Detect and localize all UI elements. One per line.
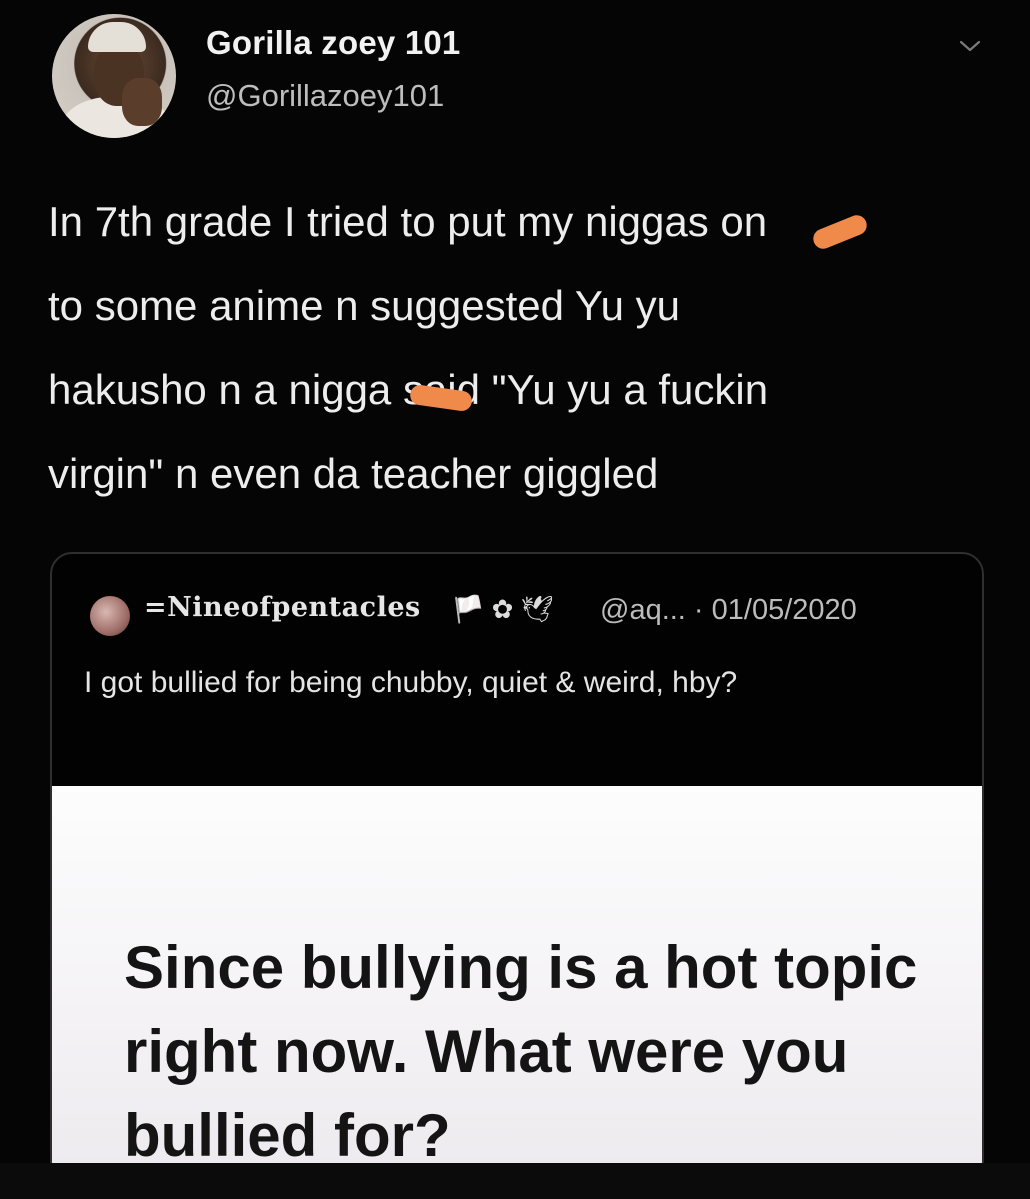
tweet-screen: Gorilla zoey 101 @Gorillazoey101 In 7th …: [0, 0, 1030, 1199]
quoted-author-emoji-badges: 🏳️ ✿ 🕊: [452, 594, 554, 624]
author-display-name[interactable]: Gorilla zoey 101: [206, 24, 461, 62]
bottom-bar: [0, 1163, 1030, 1199]
quoted-tweet-text: I got bullied for being chubby, quiet & …: [84, 666, 738, 699]
quoted-tweet-card[interactable]: =Nineofpentacles 🏳️ ✿ 🕊 @aq... · 01/05/2…: [50, 552, 984, 1196]
author-handle[interactable]: @Gorillazoey101: [206, 78, 444, 114]
quoted-author-display-name: =Nineofpentacles: [144, 592, 421, 623]
quoted-author-avatar[interactable]: [90, 596, 130, 636]
quoted-media-image[interactable]: Since bullying is a hot topic right now.…: [52, 786, 982, 1194]
quoted-handle-and-date: @aq... · 01/05/2020: [600, 594, 857, 626]
media-caption-text: Since bullying is a hot topic right now.…: [124, 934, 918, 1169]
profile-avatar[interactable]: [52, 14, 176, 138]
chevron-down-icon[interactable]: [958, 34, 982, 58]
